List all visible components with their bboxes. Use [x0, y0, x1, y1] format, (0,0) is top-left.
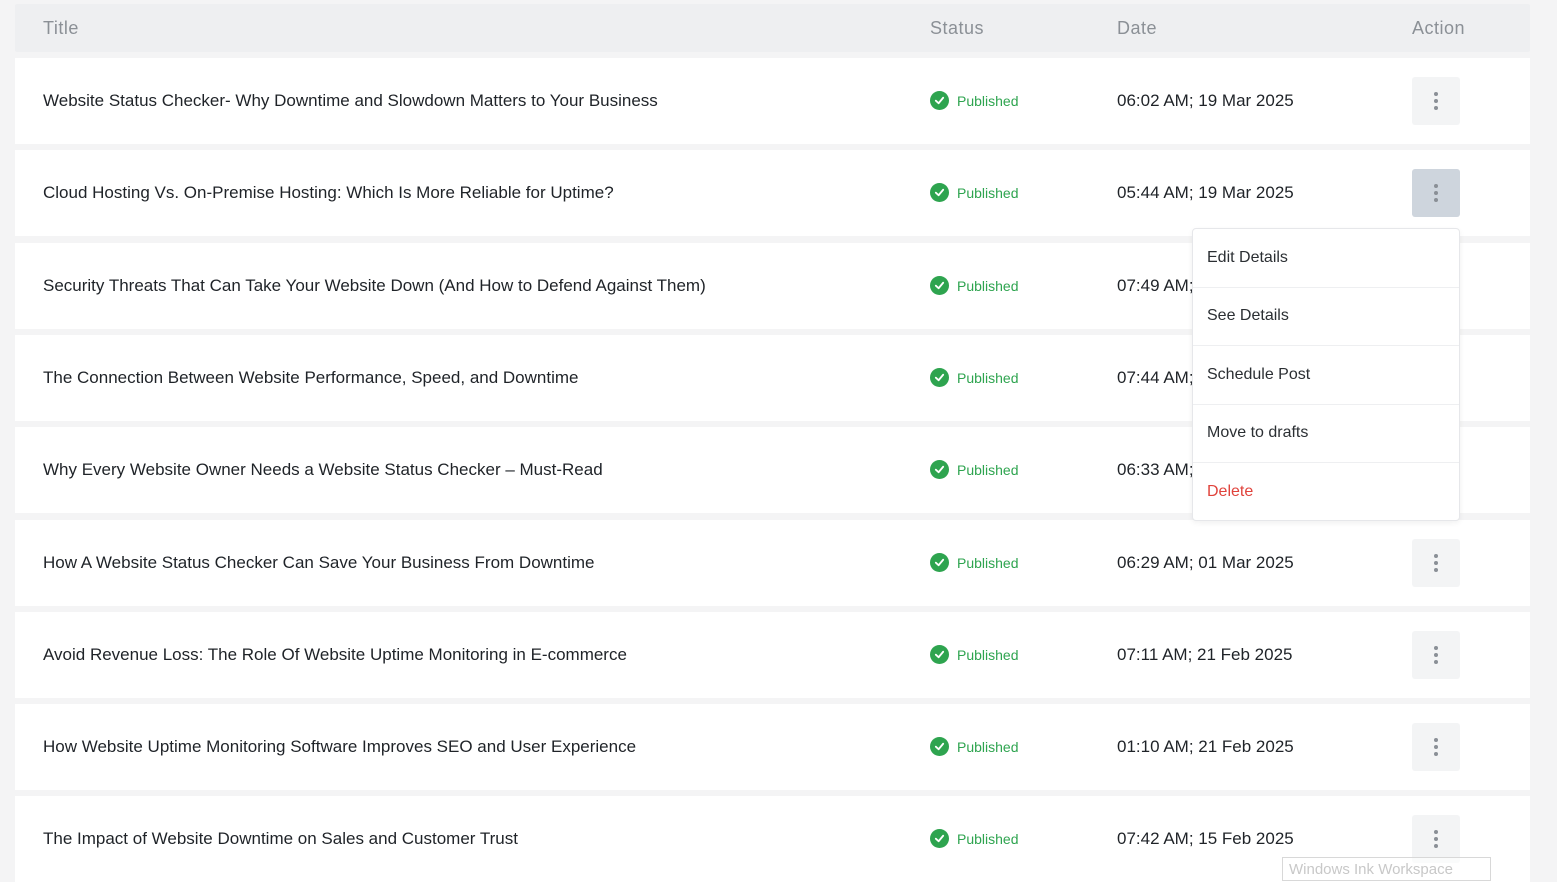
menu-item-move-to-drafts[interactable]: Move to drafts — [1193, 405, 1459, 463]
action-menu: Edit Details See Details Schedule Post M… — [1192, 228, 1460, 521]
status-badge: Published — [930, 645, 1019, 664]
post-date: 01:10 AM; 21 Feb 2025 — [1117, 737, 1294, 756]
table-row: Cloud Hosting Vs. On-Premise Hosting: Wh… — [15, 150, 1530, 236]
check-circle-icon — [930, 737, 949, 756]
status-text: Published — [957, 277, 1019, 294]
post-title[interactable]: How A Website Status Checker Can Save Yo… — [43, 553, 595, 573]
post-date: 07:49 AM; — [1117, 276, 1194, 295]
post-title[interactable]: The Connection Between Website Performan… — [43, 368, 578, 388]
more-vertical-icon — [1434, 92, 1438, 110]
header-date: Date — [1117, 18, 1158, 38]
status-text: Published — [957, 738, 1019, 755]
header-title: Title — [43, 18, 79, 38]
more-vertical-icon — [1434, 184, 1438, 202]
row-action-button[interactable] — [1412, 77, 1460, 125]
post-title[interactable]: Website Status Checker- Why Downtime and… — [43, 91, 658, 111]
status-text: Published — [957, 461, 1019, 478]
header-action: Action — [1412, 18, 1466, 38]
row-action-button[interactable] — [1412, 539, 1460, 587]
post-title[interactable]: Avoid Revenue Loss: The Role Of Website … — [43, 645, 627, 665]
table-row: How Website Uptime Monitoring Software I… — [15, 704, 1530, 790]
windows-ink-watermark: Windows Ink Workspace — [1282, 857, 1491, 881]
check-circle-icon — [930, 553, 949, 572]
table-row: How A Website Status Checker Can Save Yo… — [15, 520, 1530, 606]
status-text: Published — [957, 184, 1019, 201]
post-date: 07:11 AM; 21 Feb 2025 — [1117, 645, 1293, 664]
post-date: 06:02 AM; 19 Mar 2025 — [1117, 91, 1294, 110]
check-circle-icon — [930, 460, 949, 479]
more-vertical-icon — [1434, 738, 1438, 756]
menu-item-edit-details[interactable]: Edit Details — [1193, 229, 1459, 288]
check-circle-icon — [930, 368, 949, 387]
row-action-button[interactable] — [1412, 169, 1460, 217]
post-title[interactable]: How Website Uptime Monitoring Software I… — [43, 737, 636, 757]
status-text: Published — [957, 554, 1019, 571]
table-header: Title Status Date Action — [15, 4, 1530, 52]
check-circle-icon — [930, 91, 949, 110]
check-circle-icon — [930, 829, 949, 848]
row-action-button[interactable] — [1412, 631, 1460, 679]
post-date: 06:33 AM; — [1117, 460, 1194, 479]
status-badge: Published — [930, 737, 1019, 756]
post-title[interactable]: Why Every Website Owner Needs a Website … — [43, 460, 603, 480]
check-circle-icon — [930, 183, 949, 202]
status-text: Published — [957, 92, 1019, 109]
status-badge: Published — [930, 91, 1019, 110]
post-title[interactable]: Cloud Hosting Vs. On-Premise Hosting: Wh… — [43, 183, 614, 203]
menu-item-delete[interactable]: Delete — [1193, 463, 1459, 522]
post-title[interactable]: The Impact of Website Downtime on Sales … — [43, 829, 518, 849]
status-text: Published — [957, 369, 1019, 386]
menu-item-see-details[interactable]: See Details — [1193, 288, 1459, 346]
check-circle-icon — [930, 645, 949, 664]
post-title[interactable]: Security Threats That Can Take Your Webs… — [43, 276, 706, 296]
table-row: Website Status Checker- Why Downtime and… — [15, 58, 1530, 144]
more-vertical-icon — [1434, 646, 1438, 664]
post-date: 07:44 AM; — [1117, 368, 1194, 387]
post-date: 07:42 AM; 15 Feb 2025 — [1117, 829, 1294, 848]
post-date: 05:44 AM; 19 Mar 2025 — [1117, 183, 1294, 202]
menu-item-schedule-post[interactable]: Schedule Post — [1193, 346, 1459, 405]
more-vertical-icon — [1434, 554, 1438, 572]
status-badge: Published — [930, 829, 1019, 848]
more-vertical-icon — [1434, 830, 1438, 848]
row-action-button[interactable] — [1412, 723, 1460, 771]
status-badge: Published — [930, 553, 1019, 572]
status-badge: Published — [930, 368, 1019, 387]
table-row: Avoid Revenue Loss: The Role Of Website … — [15, 612, 1530, 698]
post-date: 06:29 AM; 01 Mar 2025 — [1117, 553, 1294, 572]
check-circle-icon — [930, 276, 949, 295]
status-badge: Published — [930, 276, 1019, 295]
row-action-button[interactable] — [1412, 815, 1460, 863]
status-badge: Published — [930, 183, 1019, 202]
header-status: Status — [930, 18, 985, 38]
status-text: Published — [957, 646, 1019, 663]
status-badge: Published — [930, 460, 1019, 479]
status-text: Published — [957, 830, 1019, 847]
